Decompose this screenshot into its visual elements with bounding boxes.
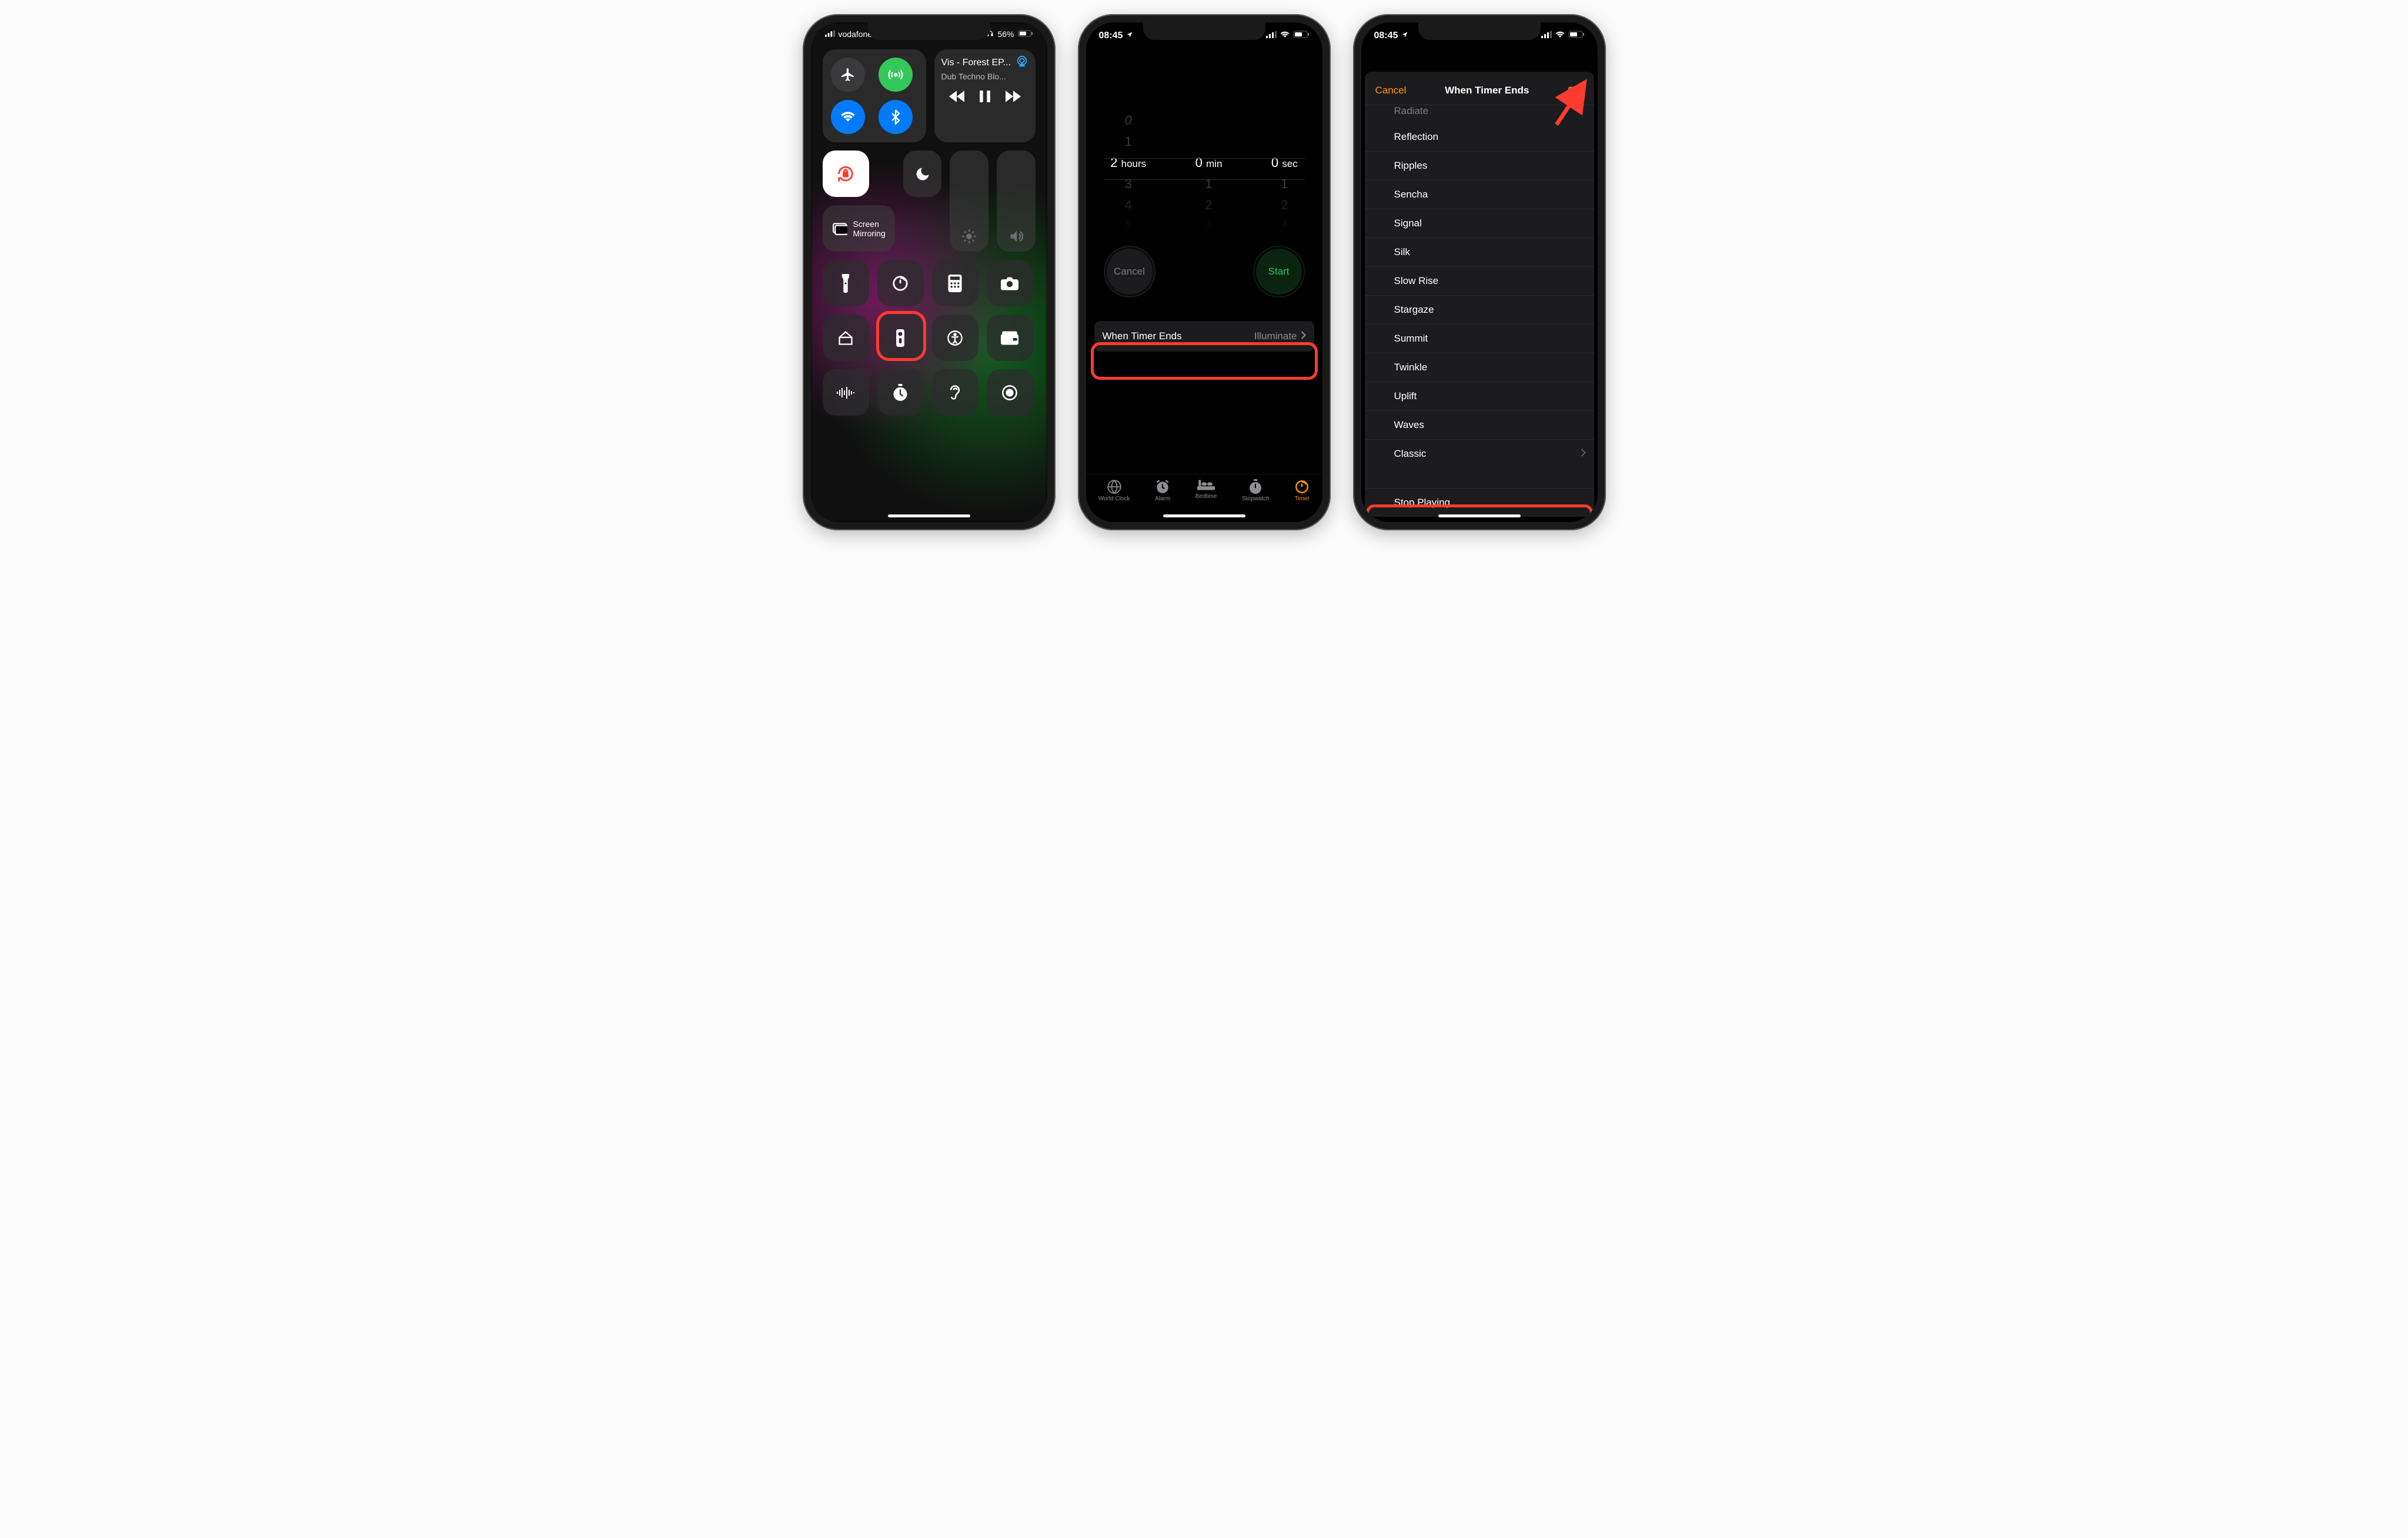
wifi-icon	[1555, 31, 1565, 41]
orientation-lock[interactable]	[823, 151, 869, 197]
notch	[1418, 22, 1541, 40]
shazam-button[interactable]	[823, 369, 869, 416]
connectivity-card[interactable]	[823, 49, 926, 142]
battery-icon	[1293, 31, 1310, 41]
tab-alarm[interactable]: Alarm	[1155, 479, 1170, 502]
location-icon	[1401, 31, 1408, 41]
sound-row[interactable]: Ripples	[1365, 152, 1594, 180]
phone-sound-picker: 08:45 Cancel When Timer Ends Set Radiate…	[1353, 14, 1606, 530]
screen-record-button[interactable]	[987, 369, 1033, 416]
calculator-button[interactable]	[932, 260, 978, 306]
time-label: 08:45	[1099, 31, 1123, 41]
wte-label: When Timer Ends	[1103, 330, 1182, 342]
camera-button[interactable]	[987, 260, 1033, 306]
sound-row[interactable]: Reflection	[1365, 123, 1594, 152]
tab-stopwatch[interactable]: Stopwatch	[1242, 479, 1270, 502]
hearing-button[interactable]	[932, 369, 978, 416]
home-indicator[interactable]	[888, 514, 970, 517]
signal-icon	[825, 29, 835, 39]
control-center: vodafone UK VPN 56%	[811, 22, 1047, 416]
wte-value: Illuminate	[1254, 330, 1297, 342]
battery-icon	[1018, 29, 1033, 39]
seconds-column: 0 sec 1 2 3	[1271, 112, 1298, 223]
signal-icon	[1266, 31, 1277, 41]
chevron-right-icon	[1301, 330, 1306, 342]
now-playing-card[interactable]: Vis - Forest EP... Dub Techno Blo...	[934, 49, 1036, 142]
location-icon	[1126, 31, 1133, 41]
phone-control-center: vodafone UK VPN 56%	[803, 14, 1056, 530]
hours-column: 0 1 2 hours 3 4 5	[1110, 112, 1146, 223]
sound-row[interactable]: Sencha	[1365, 180, 1594, 209]
modal-title: When Timer Ends	[1445, 85, 1529, 96]
cancel-button[interactable]: Cancel	[1375, 85, 1407, 96]
pause-icon[interactable]	[980, 91, 990, 105]
brightness-slider[interactable]	[950, 151, 988, 252]
prev-icon[interactable]	[949, 91, 964, 105]
sound-row-classic[interactable]: Classic	[1365, 440, 1594, 468]
cellular-toggle[interactable]	[879, 58, 913, 92]
stopwatch-button[interactable]	[877, 369, 924, 416]
sound-list: Radiate Reflection Ripples Sencha Signal…	[1365, 105, 1594, 517]
battery-percent: 56%	[997, 29, 1014, 39]
time-picker[interactable]: 0 1 2 hours 3 4 5 0 min 1 2 3 0 sec 1 2 …	[1086, 112, 1322, 223]
sound-row[interactable]: Summit	[1365, 325, 1594, 353]
wallet-button[interactable]	[987, 315, 1033, 361]
when-timer-ends-row[interactable]: When Timer Ends Illuminate	[1094, 321, 1314, 352]
signal-icon	[1541, 31, 1552, 41]
stop-playing-row[interactable]: Stop Playing	[1365, 488, 1594, 517]
airplay-icon[interactable]	[1016, 55, 1028, 71]
screen-mirroring-label: Screen Mirroring	[853, 219, 886, 238]
minutes-column: 0 min 1 2 3	[1195, 112, 1223, 223]
wifi-icon	[1280, 31, 1290, 41]
dnd-toggle[interactable]	[903, 151, 942, 197]
next-icon[interactable]	[1006, 91, 1021, 105]
chevron-right-icon	[1581, 448, 1586, 460]
sound-row[interactable]: Stargaze	[1365, 296, 1594, 325]
start-button[interactable]: Start	[1254, 247, 1304, 296]
sound-row[interactable]: Waves	[1365, 411, 1594, 440]
screen-mirroring[interactable]: Screen Mirroring	[823, 205, 895, 252]
home-indicator[interactable]	[1438, 514, 1521, 517]
home-indicator[interactable]	[1163, 514, 1245, 517]
tab-timer[interactable]: Timer	[1294, 479, 1310, 502]
sound-row[interactable]: Slow Rise	[1365, 267, 1594, 296]
flashlight-button[interactable]	[823, 260, 869, 306]
accessibility-button[interactable]	[932, 315, 978, 361]
notch	[868, 22, 990, 40]
cancel-button[interactable]: Cancel	[1105, 247, 1154, 296]
timer-button[interactable]	[877, 260, 924, 306]
remote-button[interactable]	[877, 315, 924, 361]
media-subtitle: Dub Techno Blo...	[941, 72, 1028, 81]
tab-world-clock[interactable]: World Clock	[1098, 479, 1130, 502]
annotation-arrow	[1549, 79, 1591, 127]
phone-timer: 08:45 0 1 2 hours 3 4 5 0 min 1	[1078, 14, 1331, 530]
bluetooth-toggle[interactable]	[879, 100, 913, 134]
wifi-toggle[interactable]	[831, 100, 865, 134]
battery-icon	[1568, 31, 1585, 41]
sound-row[interactable]: Uplift	[1365, 382, 1594, 411]
notch	[1143, 22, 1265, 40]
volume-slider[interactable]	[997, 151, 1036, 252]
home-button[interactable]	[823, 315, 869, 361]
tab-bedtime[interactable]: Bedtime	[1195, 479, 1217, 500]
sound-row[interactable]: Signal	[1365, 209, 1594, 238]
time-label: 08:45	[1374, 31, 1398, 41]
sound-row[interactable]: Twinkle	[1365, 353, 1594, 382]
sound-row[interactable]: Silk	[1365, 238, 1594, 267]
airplane-toggle[interactable]	[831, 58, 865, 92]
